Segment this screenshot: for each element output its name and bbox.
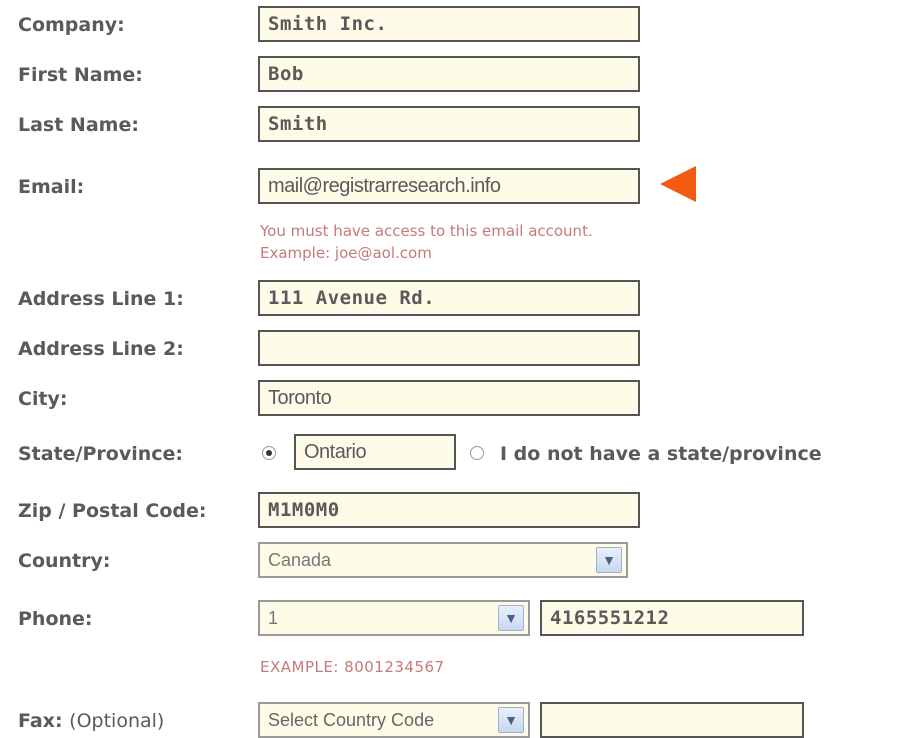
arrow-left-icon [660,166,696,202]
phone-country-code-value: 1 [268,608,279,628]
fax-optional-text: (Optional) [69,710,165,732]
first-name-label: First Name: [18,64,143,86]
email-hint-line1: You must have access to this email accou… [260,222,593,240]
country-select-value: Canada [268,550,332,570]
fax-number-input[interactable] [540,702,804,738]
first-name-input[interactable]: Bob [258,56,640,92]
last-name-input[interactable]: Smith [258,106,640,142]
address2-input[interactable] [258,330,640,366]
state-input[interactable]: Ontario [294,434,456,470]
country-label: Country: [18,550,111,572]
chevron-down-icon[interactable]: ▼ [498,605,524,631]
fax-label: Fax: (Optional) [18,710,164,732]
phone-country-code-select[interactable]: 1 ▼ [258,600,530,636]
chevron-down-icon[interactable]: ▼ [596,547,622,573]
company-input[interactable]: Smith Inc. [258,6,640,42]
phone-number-input[interactable]: 4165551212 [540,600,804,636]
city-input[interactable]: Toronto [258,380,640,416]
address1-input[interactable]: 111 Avenue Rd. [258,280,640,316]
city-label: City: [18,388,68,410]
fax-label-text: Fax: [18,710,63,732]
email-hint-line2: Example: joe@aol.com [260,244,432,262]
state-label: State/Province: [18,443,184,465]
zip-label: Zip / Postal Code: [18,500,207,522]
state-radio[interactable] [262,446,276,460]
phone-label: Phone: [18,608,93,630]
no-state-label[interactable]: I do not have a state/province [500,443,822,465]
fax-country-code-select[interactable]: Select Country Code ▼ [258,702,530,738]
phone-example: EXAMPLE: 8001234567 [260,658,445,676]
email-label: Email: [18,176,85,198]
fax-country-code-value: Select Country Code [268,710,435,730]
company-label: Company: [18,14,125,36]
address2-label: Address Line 2: [18,338,184,360]
zip-input[interactable]: M1M0M0 [258,492,640,528]
email-input[interactable]: mail@registrarresearch.info [258,168,640,204]
last-name-label: Last Name: [18,114,139,136]
no-state-radio[interactable] [470,446,484,460]
address1-label: Address Line 1: [18,288,184,310]
chevron-down-icon[interactable]: ▼ [498,707,524,733]
country-select[interactable]: Canada ▼ [258,542,628,578]
